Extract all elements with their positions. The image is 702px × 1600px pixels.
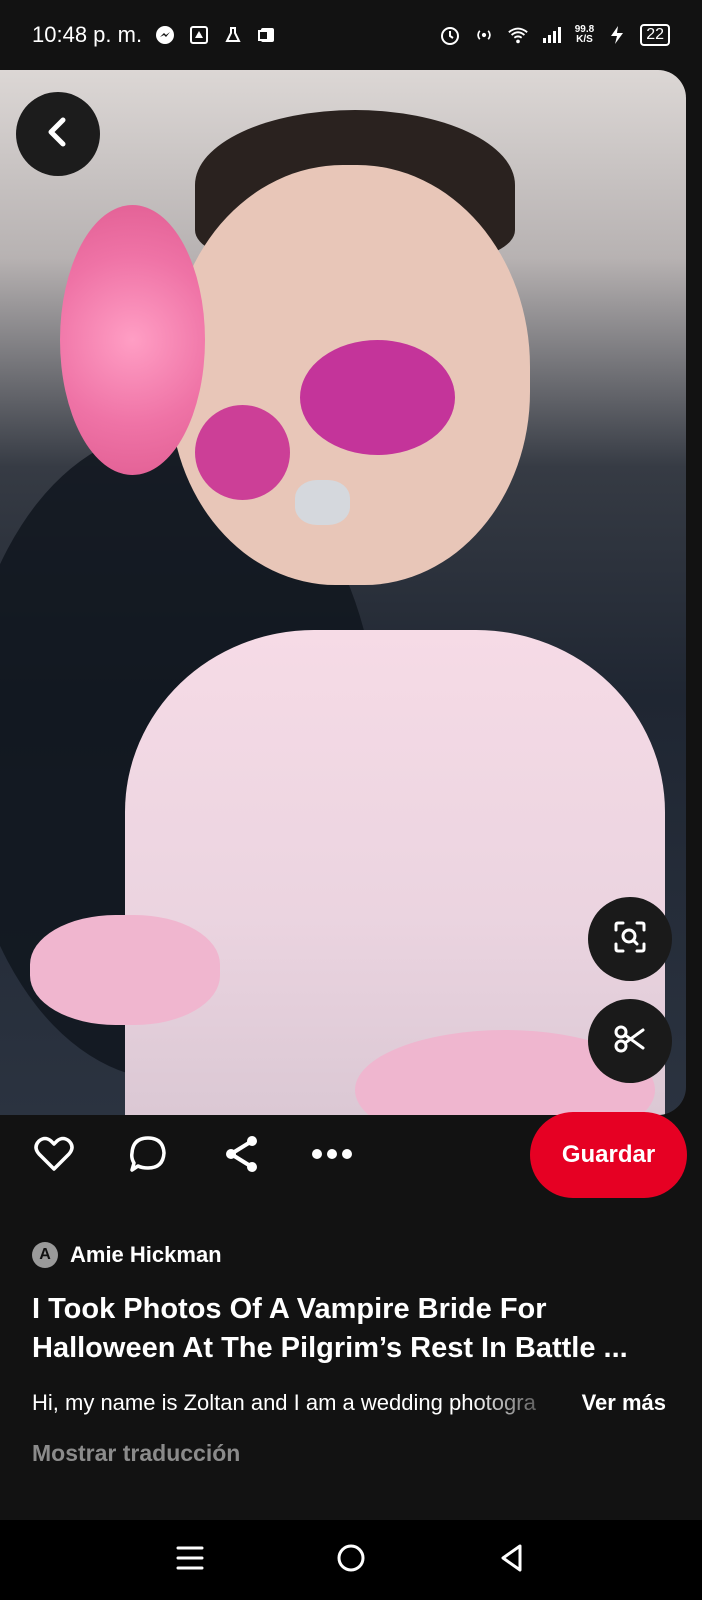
pin-title: I Took Photos Of A Vampire Bride For Hal…: [32, 1293, 628, 1364]
author-avatar[interactable]: A: [32, 1242, 58, 1268]
share-icon: [221, 1133, 263, 1180]
status-bar: 10:48 p. m. 99.8 K/S 22: [0, 0, 702, 70]
status-left: 10:48 p. m.: [32, 22, 278, 48]
more-icon: [311, 1147, 353, 1165]
menu-icon: [175, 1545, 205, 1576]
signal-icon: [541, 24, 563, 46]
home-circle-icon: [336, 1543, 366, 1578]
pin-action-row: Guardar: [0, 1112, 702, 1204]
office-icon: [256, 24, 278, 46]
back-triangle-icon: [498, 1543, 526, 1578]
status-right: 99.8 K/S 22: [439, 24, 670, 46]
back-button[interactable]: [16, 92, 100, 176]
wifi-icon: [507, 24, 529, 46]
cutout-button[interactable]: [588, 999, 672, 1083]
description-row: Hi, my name is Zoltan and I am a wedding…: [32, 1390, 666, 1416]
author-row[interactable]: A Amie Hickman: [32, 1242, 222, 1268]
like-button[interactable]: [30, 1132, 78, 1180]
messenger-icon: [154, 24, 176, 46]
comment-button[interactable]: [124, 1132, 172, 1180]
status-time: 10:48 p. m.: [32, 22, 143, 47]
battery-icon: 22: [640, 24, 670, 46]
more-options-button[interactable]: [308, 1132, 356, 1180]
image-sleeve-left: [30, 915, 220, 1025]
see-more-link[interactable]: Ver más: [582, 1390, 666, 1416]
alarm-icon: [439, 24, 461, 46]
visual-search-icon: [610, 917, 650, 962]
image-makeup-eye-left: [195, 405, 290, 500]
pin-description: Hi, my name is Zoltan and I am a wedding…: [32, 1390, 536, 1415]
image-pink-flower: [60, 205, 205, 475]
news-icon: [188, 24, 210, 46]
system-back-button[interactable]: [487, 1535, 537, 1585]
author-name[interactable]: Amie Hickman: [70, 1242, 222, 1268]
battery-level: 22: [646, 26, 664, 43]
lab-icon: [222, 24, 244, 46]
cutout-scissors-icon: [612, 1021, 648, 1062]
heart-icon: [33, 1134, 75, 1179]
charging-icon: [606, 24, 628, 46]
back-arrow-icon: [41, 115, 75, 154]
comment-icon: [127, 1133, 169, 1180]
image-glitter-nose: [295, 480, 350, 525]
image-makeup-eye-right: [300, 340, 455, 455]
visual-search-button[interactable]: [588, 897, 672, 981]
save-button[interactable]: Guardar: [530, 1112, 687, 1198]
home-button[interactable]: [326, 1535, 376, 1585]
system-nav-bar: [0, 1520, 702, 1600]
share-button[interactable]: [218, 1132, 266, 1180]
network-speed: 99.8 K/S: [575, 25, 594, 45]
pin-image[interactable]: [0, 70, 686, 1115]
hotspot-icon: [473, 24, 495, 46]
recent-apps-button[interactable]: [165, 1535, 215, 1585]
show-translation-link[interactable]: Mostrar traducción: [32, 1440, 240, 1467]
network-speed-unit: K/S: [576, 34, 593, 45]
